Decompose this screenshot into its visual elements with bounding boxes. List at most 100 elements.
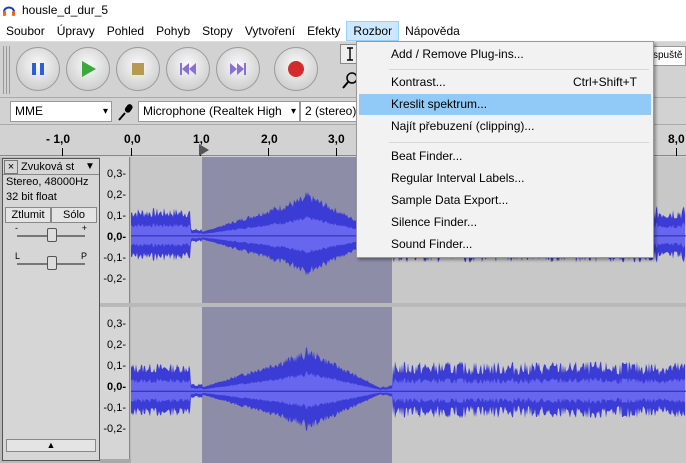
mute-button[interactable]: Ztlumit: [5, 207, 51, 223]
scale-label: 0,2-: [107, 189, 126, 201]
ruler-label: 0,0: [124, 132, 141, 146]
audacity-app-icon: [3, 6, 15, 16]
play-icon: [82, 61, 96, 77]
menu-pohyb[interactable]: Pohyb: [150, 21, 196, 41]
menu-item-label: Kontrast...: [391, 75, 446, 89]
ruler-major-tick: [131, 148, 132, 156]
skip-to-start-button[interactable]: [166, 47, 210, 91]
ruler-major-tick: [268, 148, 269, 156]
title-bar: housle_d_dur_5: [0, 0, 686, 20]
track-bit-depth: 32 bit float: [6, 191, 57, 203]
menu-item-kontrast[interactable]: Kontrast... Ctrl+Shift+T: [359, 72, 651, 93]
menu-pohled[interactable]: Pohled: [101, 21, 150, 41]
scale-label: 0,0-: [107, 231, 126, 243]
menu-vytvoreni[interactable]: Vytvoření: [239, 21, 301, 41]
pause-button[interactable]: [16, 47, 60, 91]
gain-plus-label: +: [81, 223, 87, 233]
menu-separator: [389, 142, 649, 143]
menu-item-sound-finder[interactable]: Sound Finder...: [359, 234, 651, 255]
record-button[interactable]: [274, 47, 318, 91]
scale-label: 0,1-: [107, 360, 126, 372]
ruler-label: 2,0: [261, 132, 278, 146]
pan-right-label: P: [80, 251, 87, 261]
stop-button[interactable]: [116, 47, 160, 91]
record-icon: [288, 61, 304, 77]
menu-item-label: Najít přebuzení (clipping)...: [391, 119, 535, 133]
menu-stopy[interactable]: Stopy: [196, 21, 239, 41]
menu-soubor[interactable]: Soubor: [0, 21, 51, 41]
menu-separator: [389, 69, 649, 70]
track-name[interactable]: Zvuková st: [19, 161, 85, 173]
ruler-major-tick: [676, 148, 677, 156]
solo-button[interactable]: Sólo: [51, 207, 97, 223]
audio-host-select[interactable]: MME ▾: [10, 101, 112, 122]
chevron-down-icon: ▾: [290, 106, 296, 117]
play-button[interactable]: [66, 47, 110, 91]
ruler-label: 8,0: [668, 132, 685, 146]
scale-label: 0,0-: [107, 381, 126, 393]
ruler-label: - 1,0: [46, 132, 71, 146]
play-region-marker[interactable]: [199, 144, 209, 156]
scale-label: 0,2-: [107, 339, 126, 351]
menu-bar: Soubor Úpravy Pohled Pohyb Stopy Vytvoře…: [0, 20, 686, 42]
channels-select[interactable]: 2 (stereo): [300, 101, 360, 122]
amplitude-scale-right[interactable]: 0,3- 0,2- 0,1- 0,0- -0,1- -0,2-: [100, 307, 130, 463]
menu-item-label: Beat Finder...: [391, 149, 463, 163]
gain-slider[interactable]: - +: [7, 223, 95, 247]
scale-label: -0,2-: [103, 423, 126, 435]
skip-to-end-button[interactable]: [216, 47, 260, 91]
menu-item-silence-finder[interactable]: Silence Finder...: [359, 212, 651, 233]
toolbar-grip[interactable]: [3, 46, 11, 94]
skip-to-start-icon: [180, 63, 196, 75]
waveform-channel-right[interactable]: [131, 307, 686, 463]
scale-label: 0,1-: [107, 210, 126, 222]
menu-item-label: Silence Finder...: [391, 215, 478, 229]
menu-item-beat-finder[interactable]: Beat Finder...: [359, 146, 651, 167]
scale-label: 0,3-: [107, 318, 126, 330]
recording-device-select[interactable]: Microphone (Realtek High ▾: [138, 101, 300, 122]
scale-label: 0,3-: [107, 168, 126, 180]
menu-item-add-remove-plugins[interactable]: Add / Remove Plug-ins...: [359, 44, 651, 65]
collapse-track-button[interactable]: ▲: [6, 439, 96, 452]
menu-item-najit-prebuzeni[interactable]: Najít přebuzení (clipping)...: [359, 116, 651, 137]
menu-item-label: Sound Finder...: [391, 237, 473, 251]
pan-left-label: L: [15, 251, 21, 261]
menu-napoveda[interactable]: Nápověda: [399, 21, 466, 41]
scale-label: -0,1-: [103, 252, 126, 264]
scale-label: -0,2-: [103, 273, 126, 285]
audio-host-value: MME: [15, 104, 43, 118]
analyze-menu-dropdown: Add / Remove Plug-ins... Kontrast... Ctr…: [356, 41, 654, 258]
channels-value: 2 (stereo): [305, 104, 357, 118]
ruler-label: 3,0: [328, 132, 345, 146]
track-format: Stereo, 48000Hz: [6, 176, 89, 188]
amplitude-scale-left[interactable]: 0,3- 0,2- 0,1- 0,0- -0,1- -0,2-: [100, 157, 130, 303]
menu-item-label: Sample Data Export...: [391, 193, 509, 207]
recording-meter-label[interactable]: spuště: [650, 46, 686, 66]
gain-thumb[interactable]: [47, 228, 57, 242]
menu-item-regular-interval-labels[interactable]: Regular Interval Labels...: [359, 168, 651, 189]
chevron-down-icon: ▾: [102, 106, 108, 117]
pause-icon: [32, 63, 44, 75]
menu-item-label: Regular Interval Labels...: [391, 171, 525, 185]
menu-item-sample-data-export[interactable]: Sample Data Export...: [359, 190, 651, 211]
menu-item-label: Kreslit spektrum...: [391, 97, 488, 111]
microphone-icon: [118, 104, 133, 121]
scale-label: -0,1-: [103, 402, 126, 414]
skip-to-end-icon: [230, 63, 246, 75]
recording-device-value: Microphone (Realtek High: [143, 104, 282, 118]
menu-item-label: Add / Remove Plug-ins...: [391, 47, 524, 61]
menu-upravy[interactable]: Úpravy: [51, 21, 101, 41]
ruler-major-tick: [62, 148, 63, 156]
pan-thumb[interactable]: [47, 256, 57, 270]
track-menu-arrow-icon[interactable]: ▼: [85, 161, 99, 172]
menu-item-shortcut: Ctrl+Shift+T: [572, 75, 637, 89]
pan-slider[interactable]: L P: [7, 251, 95, 275]
stop-icon: [132, 63, 144, 75]
track-control-panel: × Zvuková st ▼ Stereo, 48000Hz 32 bit fl…: [2, 158, 100, 461]
gain-minus-label: -: [15, 223, 18, 233]
menu-rozbor[interactable]: Rozbor: [346, 20, 400, 41]
menu-item-kreslit-spektrum[interactable]: Kreslit spektrum...: [359, 94, 651, 115]
menu-efekty[interactable]: Efekty: [301, 21, 346, 41]
ruler-major-tick: [336, 148, 337, 156]
close-track-icon[interactable]: ×: [4, 159, 18, 174]
